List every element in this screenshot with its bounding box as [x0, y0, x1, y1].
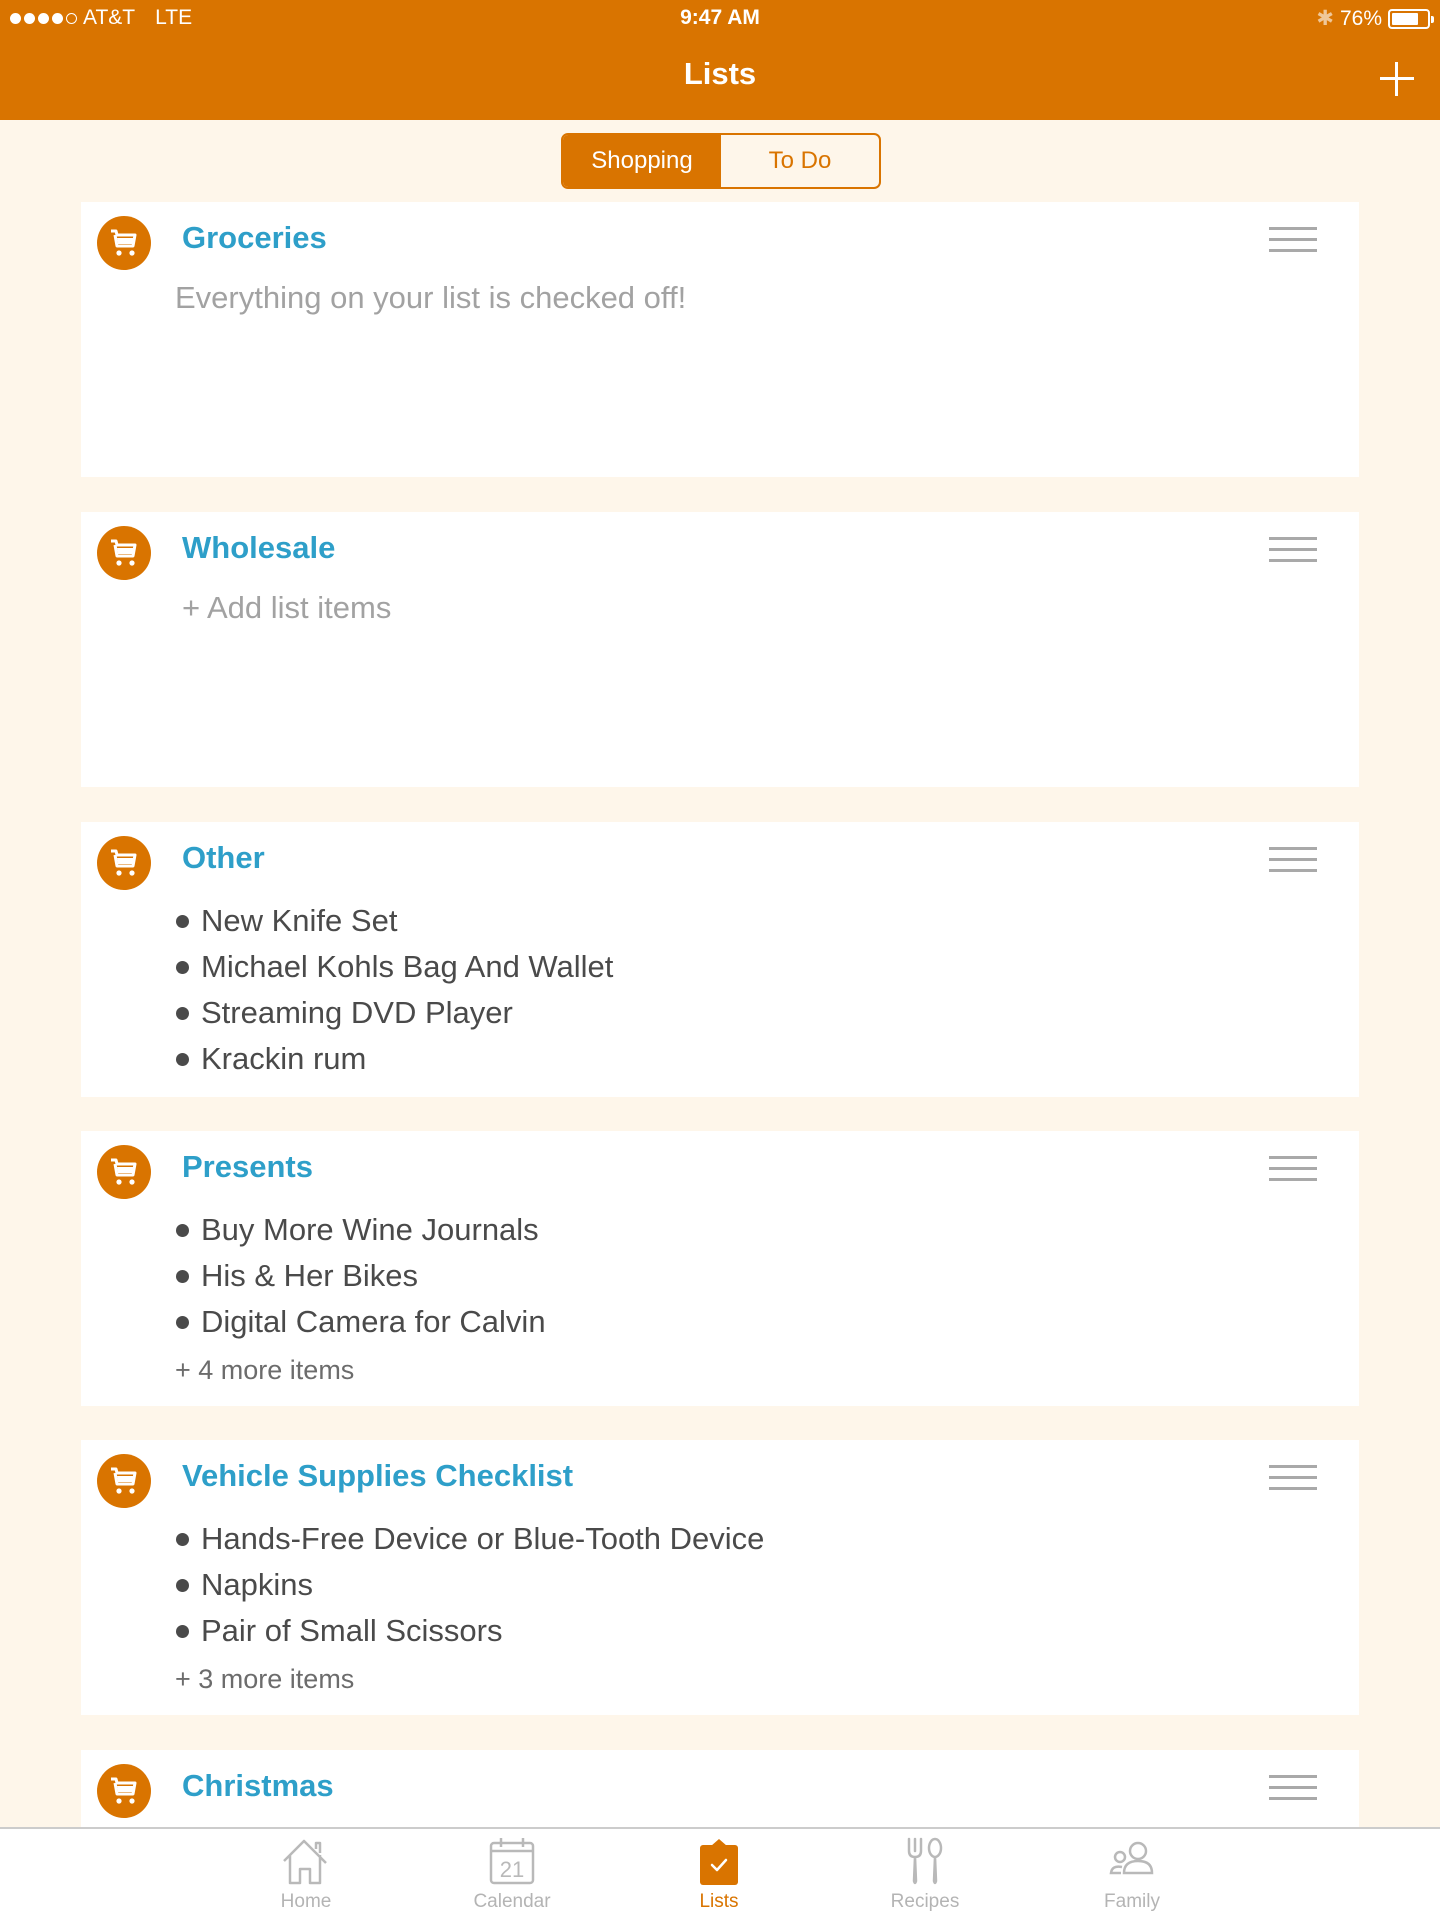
list-item: Pair of Small Scissors — [176, 1608, 764, 1654]
list-item: Krackin rum — [176, 1036, 613, 1082]
list-item: His & Her Bikes — [176, 1253, 546, 1299]
list-item-text: Napkins — [201, 1567, 313, 1602]
list-item: Michael Kohls Bag And Wallet — [176, 944, 613, 990]
battery-icon — [1388, 8, 1434, 29]
more-items-link[interactable]: + 4 more items — [175, 1355, 354, 1386]
drag-handle-icon[interactable] — [1269, 537, 1317, 563]
list-item-text: His & Her Bikes — [201, 1258, 419, 1293]
bullet-icon — [176, 914, 189, 928]
list-item-text: Michael Kohls Bag And Wallet — [201, 949, 614, 984]
list-item-text: New Knife Set — [201, 903, 398, 938]
tab-label: Calendar — [473, 1891, 551, 1912]
bullet-icon — [176, 1315, 189, 1329]
list-title[interactable]: Presents — [182, 1149, 313, 1185]
tab-label: Home — [280, 1891, 332, 1912]
status-right: ✱ 76% — [1316, 6, 1434, 31]
family-icon — [1109, 1841, 1154, 1875]
bullet-icon — [176, 1578, 189, 1592]
list-card-wholesale[interactable]: Wholesale + Add list items — [81, 512, 1359, 787]
bullet-icon — [176, 1269, 189, 1283]
list-title[interactable]: Christmas — [182, 1768, 334, 1804]
segment-shopping[interactable]: Shopping — [563, 135, 721, 187]
list-item: Napkins — [176, 1562, 764, 1608]
list-card-christmas[interactable]: Christmas — [81, 1750, 1359, 1830]
cart-icon — [97, 1145, 151, 1199]
calendar-icon: 21 — [489, 1838, 535, 1885]
list-title[interactable]: Other — [182, 840, 265, 876]
drag-handle-icon[interactable] — [1269, 847, 1317, 873]
list-card-vehicle-supplies[interactable]: Vehicle Supplies Checklist Hands-Free De… — [81, 1440, 1359, 1715]
list-card-groceries[interactable]: Groceries Everything on your list is che… — [81, 202, 1359, 477]
tab-label: Family — [1104, 1891, 1160, 1912]
status-time: 9:47 AM — [680, 6, 760, 29]
list-items: New Knife Set Michael Kohls Bag And Wall… — [176, 898, 613, 1082]
tab-label: Lists — [699, 1891, 739, 1912]
list-item: Buy More Wine Journals — [176, 1207, 546, 1253]
list-item: Hands-Free Device or Blue-Tooth Device — [176, 1516, 764, 1562]
tab-calendar[interactable]: 21 Calendar — [442, 1829, 582, 1920]
list-item-text: Hands-Free Device or Blue-Tooth Device — [201, 1521, 765, 1556]
cart-icon — [97, 526, 151, 580]
navigation-bar: AT&T LTE 9:47 AM ✱ 76% Lists — [0, 0, 1440, 120]
list-item-text: Digital Camera for Calvin — [201, 1304, 546, 1339]
list-title[interactable]: Groceries — [182, 220, 327, 256]
bullet-icon — [176, 1532, 189, 1546]
svg-text:21: 21 — [500, 1857, 524, 1882]
cart-icon — [97, 1454, 151, 1508]
clipboard-check-icon — [700, 1839, 738, 1885]
segment-to-do[interactable]: To Do — [721, 135, 879, 187]
bullet-icon — [176, 960, 189, 974]
tab-family[interactable]: Family — [1062, 1829, 1202, 1920]
drag-handle-icon[interactable] — [1269, 227, 1317, 253]
add-list-items-link[interactable]: + Add list items — [182, 590, 391, 626]
home-icon — [283, 1839, 327, 1885]
list-item: New Knife Set — [176, 898, 613, 944]
list-type-segmented-control: Shopping To Do — [561, 133, 881, 189]
page-title: Lists — [683, 56, 757, 91]
list-item-text: Pair of Small Scissors — [201, 1613, 503, 1648]
tab-lists[interactable]: Lists — [649, 1829, 789, 1920]
tab-bar: Home 21 Calendar Lists Recipes Family — [0, 1827, 1440, 1920]
tab-recipes[interactable]: Recipes — [855, 1829, 995, 1920]
list-item: Streaming DVD Player — [176, 990, 613, 1036]
list-item: Digital Camera for Calvin — [176, 1299, 546, 1345]
more-items-link[interactable]: + 3 more items — [175, 1664, 354, 1695]
list-item-text: Buy More Wine Journals — [201, 1212, 539, 1247]
drag-handle-icon[interactable] — [1269, 1156, 1317, 1182]
list-item-text: Streaming DVD Player — [201, 995, 513, 1030]
bluetooth-icon: ✱ — [1316, 7, 1334, 30]
drag-handle-icon[interactable] — [1269, 1775, 1317, 1801]
list-card-presents[interactable]: Presents Buy More Wine Journals His & He… — [81, 1131, 1359, 1406]
drag-handle-icon[interactable] — [1269, 1465, 1317, 1491]
cart-icon — [97, 836, 151, 890]
cart-icon — [97, 1764, 151, 1818]
cart-icon — [97, 216, 151, 270]
list-title[interactable]: Vehicle Supplies Checklist — [182, 1458, 573, 1494]
bullet-icon — [176, 1223, 189, 1237]
bullet-icon — [176, 1006, 189, 1020]
fork-spoon-icon — [907, 1837, 943, 1885]
battery-percent: 76% — [1339, 6, 1382, 30]
bullet-icon — [176, 1052, 189, 1066]
list-items: Hands-Free Device or Blue-Tooth Device N… — [176, 1516, 764, 1654]
list-title[interactable]: Wholesale — [182, 530, 335, 566]
tab-home[interactable]: Home — [236, 1829, 376, 1920]
list-card-other[interactable]: Other New Knife Set Michael Kohls Bag An… — [81, 822, 1359, 1097]
bullet-icon — [176, 1624, 189, 1638]
list-item-text: Krackin rum — [201, 1041, 367, 1076]
list-items: Buy More Wine Journals His & Her Bikes D… — [176, 1207, 546, 1345]
tab-label: Recipes — [890, 1891, 960, 1912]
all-checked-message: Everything on your list is checked off! — [175, 280, 687, 315]
add-list-button[interactable] — [1374, 56, 1420, 102]
battery-level — [1392, 12, 1418, 25]
